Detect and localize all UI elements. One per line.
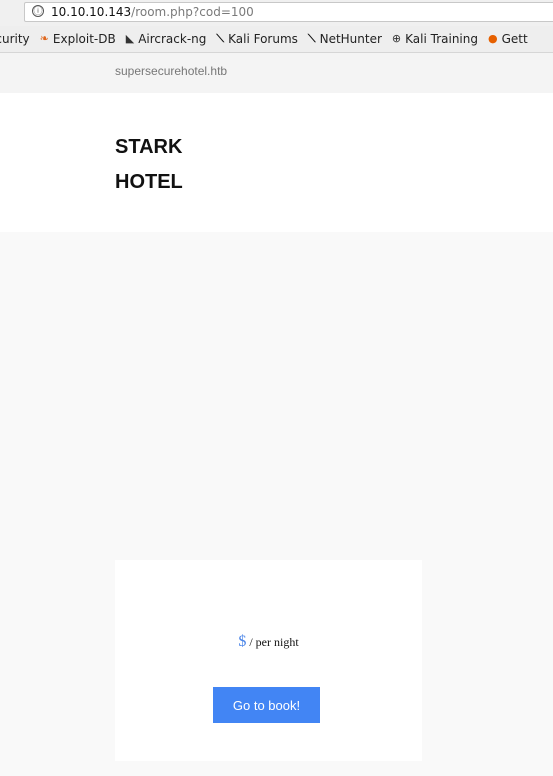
bookmark-kali-forums[interactable]: ⟍ Kali Forums	[216, 32, 298, 46]
bookmark-label: Aircrack-ng	[138, 32, 207, 46]
bookmark-label: Exploit-DB	[52, 32, 116, 46]
bookmark-label: ecurity	[0, 32, 30, 46]
bookmark-exploit-db[interactable]: ❧ Exploit-DB	[40, 32, 116, 46]
kali-forums-icon: ⟍	[216, 32, 225, 45]
bookmark-label: Kali Forums	[228, 32, 298, 46]
room-card: $ / per night Go to book!	[115, 560, 422, 761]
header: STARK HOTEL	[0, 93, 553, 232]
info-icon[interactable]: ⓘ	[32, 5, 44, 17]
bookmark-label: NetHunter	[319, 32, 382, 46]
globe-icon: ⊕	[391, 32, 402, 45]
exploit-db-icon: ❧	[39, 32, 49, 45]
url-bar: ⓘ 10.10.10.143/room.php?cod=100	[0, 0, 553, 26]
site-top-strip: supersecurehotel.htb	[0, 53, 553, 93]
bookmark-label: Gett	[501, 32, 528, 46]
bookmark-security[interactable]: ecurity	[0, 32, 30, 46]
url-path: /room.php?cod=100	[131, 5, 254, 19]
aircrack-icon: ◣	[125, 32, 135, 45]
bookmark-aircrack-ng[interactable]: ◣ Aircrack-ng	[126, 32, 207, 46]
bookmarks-toolbar: ecurity ❧ Exploit-DB ◣ Aircrack-ng ⟍ Kal…	[0, 26, 553, 53]
bookmark-getting-started[interactable]: ● Gett	[488, 32, 528, 46]
brand-line-1: STARK	[115, 136, 183, 158]
brand-line-2: HOTEL	[115, 171, 183, 193]
bookmark-label: Kali Training	[405, 32, 478, 46]
site-host-link[interactable]: supersecurehotel.htb	[115, 64, 227, 78]
book-button[interactable]: Go to book!	[213, 687, 320, 723]
url-text[interactable]: 10.10.10.143/room.php?cod=100	[51, 5, 254, 19]
bookmark-kali-training[interactable]: ⊕ Kali Training	[392, 32, 478, 46]
price-suffix: / per night	[246, 635, 299, 649]
firefox-icon: ●	[487, 32, 498, 45]
bookmarks-row: ecurity ❧ Exploit-DB ◣ Aircrack-ng ⟍ Kal…	[0, 26, 538, 52]
room-price: $ / per night	[115, 633, 422, 651]
url-host: 10.10.10.143	[51, 5, 132, 19]
address-field[interactable]: ⓘ 10.10.10.143/room.php?cod=100	[24, 2, 553, 22]
bookmark-nethunter[interactable]: ⟍ NetHunter	[308, 32, 382, 46]
hotel-logo[interactable]: STARK HOTEL	[115, 130, 183, 200]
nethunter-icon: ⟍	[307, 32, 316, 45]
